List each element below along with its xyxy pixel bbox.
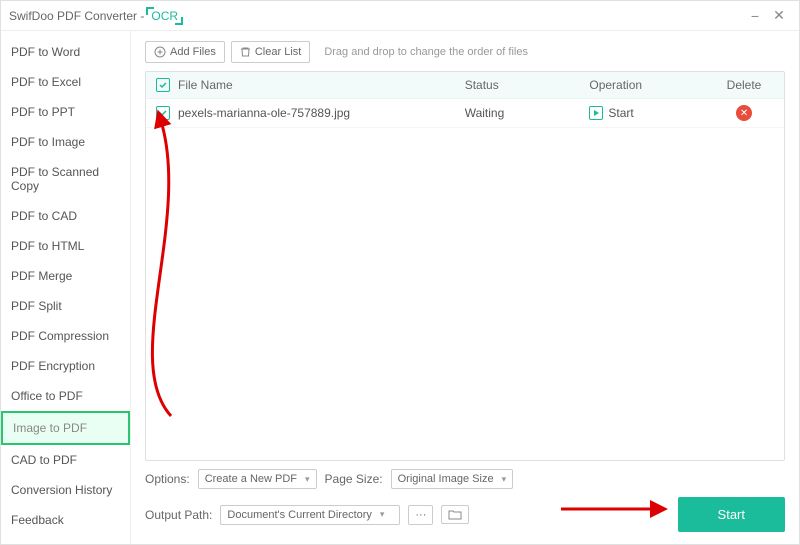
sidebar-item-pdf-split[interactable]: PDF Split — [1, 291, 130, 321]
sidebar-item-office-to-pdf[interactable]: Office to PDF — [1, 381, 130, 411]
sidebar-item-pdf-to-image[interactable]: PDF to Image — [1, 127, 130, 157]
table-row: pexels-marianna-ole-757889.jpgWaitingSta… — [146, 99, 784, 128]
sidebar-item-feedback[interactable]: Feedback — [1, 505, 130, 535]
folder-icon — [448, 509, 462, 520]
file-status: Waiting — [465, 106, 590, 120]
file-table: File Name Status Operation Delete pexels… — [145, 71, 785, 461]
output-label: Output Path: — [145, 508, 212, 522]
sidebar-item-pdf-to-word[interactable]: PDF to Word — [1, 37, 130, 67]
clear-list-button[interactable]: Clear List — [231, 41, 310, 63]
play-icon — [589, 106, 603, 120]
sidebar-item-pdf-compression[interactable]: PDF Compression — [1, 321, 130, 351]
row-start-button[interactable]: Start — [589, 106, 714, 120]
start-button[interactable]: Start — [678, 497, 785, 532]
sidebar-item-cad-to-pdf[interactable]: CAD to PDF — [1, 445, 130, 475]
chevron-down-icon: ▾ — [305, 474, 310, 485]
select-all-checkbox[interactable] — [156, 78, 170, 92]
header-filename: File Name — [178, 78, 465, 92]
header-delete: Delete — [714, 78, 774, 92]
sidebar-item-pdf-to-excel[interactable]: PDF to Excel — [1, 67, 130, 97]
minimize-button[interactable]: − — [743, 8, 767, 24]
app-title: SwifDoo PDF Converter - — [9, 9, 144, 23]
toolbar: Add Files Clear List Drag and drop to ch… — [145, 41, 785, 63]
sidebar-item-pdf-to-cad[interactable]: PDF to CAD — [1, 201, 130, 231]
header-operation: Operation — [589, 78, 714, 92]
file-name: pexels-marianna-ole-757889.jpg — [178, 106, 465, 120]
options-row: Options: Create a New PDF▾ Page Size: Or… — [145, 469, 785, 489]
main-panel: Add Files Clear List Drag and drop to ch… — [131, 31, 799, 544]
sidebar-item-conversion-history[interactable]: Conversion History — [1, 475, 130, 505]
more-button[interactable]: ··· — [408, 505, 433, 525]
sidebar-item-pdf-to-ppt[interactable]: PDF to PPT — [1, 97, 130, 127]
output-row: Output Path: Document's Current Director… — [145, 497, 785, 532]
row-checkbox[interactable] — [156, 106, 170, 120]
close-button[interactable]: ✕ — [767, 7, 791, 24]
table-header: File Name Status Operation Delete — [146, 72, 784, 99]
pagesize-select[interactable]: Original Image Size▾ — [391, 469, 514, 489]
sidebar-item-pdf-encryption[interactable]: PDF Encryption — [1, 351, 130, 381]
pagesize-label: Page Size: — [325, 472, 383, 486]
options-select[interactable]: Create a New PDF▾ — [198, 469, 317, 489]
delete-button[interactable]: ✕ — [736, 105, 752, 121]
sidebar-item-pdf-to-html[interactable]: PDF to HTML — [1, 231, 130, 261]
sidebar: PDF to WordPDF to ExcelPDF to PPTPDF to … — [1, 31, 131, 544]
sidebar-item-image-to-pdf[interactable]: Image to PDF — [1, 411, 130, 445]
trash-icon — [240, 46, 251, 58]
plus-circle-icon — [154, 46, 166, 58]
output-path-select[interactable]: Document's Current Directory▾ — [220, 505, 400, 525]
chevron-down-icon: ▾ — [380, 509, 385, 520]
sidebar-item-pdf-to-scanned-copy[interactable]: PDF to Scanned Copy — [1, 157, 130, 201]
ocr-badge: OCR — [148, 9, 181, 23]
header-status: Status — [465, 78, 590, 92]
open-folder-button[interactable] — [441, 505, 469, 524]
add-files-button[interactable]: Add Files — [145, 41, 225, 63]
options-label: Options: — [145, 472, 190, 486]
chevron-down-icon: ▾ — [502, 474, 507, 485]
toolbar-hint: Drag and drop to change the order of fil… — [324, 46, 528, 58]
sidebar-item-pdf-merge[interactable]: PDF Merge — [1, 261, 130, 291]
titlebar: SwifDoo PDF Converter - OCR − ✕ — [1, 1, 799, 31]
